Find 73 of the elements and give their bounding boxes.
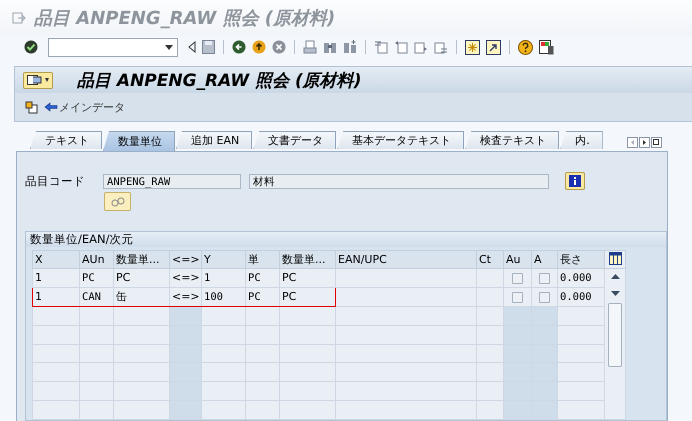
material-description-field[interactable]: 材料	[249, 174, 549, 188]
help-icon[interactable]	[518, 40, 533, 54]
screen-title: 品目 ANPENG_RAW 照会 (原材料)	[77, 70, 362, 92]
tab[interactable]: 基本データテキスト	[337, 131, 464, 149]
checkbox[interactable]	[539, 292, 550, 303]
main-data-button[interactable]: メインデータ	[44, 100, 125, 114]
previous-page-icon[interactable]	[394, 40, 408, 54]
table-cell: 100	[202, 287, 246, 306]
exit-circle-icon[interactable]	[252, 40, 266, 54]
tab[interactable]: 検査テキスト	[465, 131, 560, 149]
info-button[interactable]	[565, 172, 585, 190]
last-page-icon[interactable]	[434, 40, 448, 54]
display-button[interactable]	[104, 192, 131, 211]
info-icon	[569, 175, 581, 187]
command-field[interactable]	[48, 38, 178, 56]
scroll-thumb[interactable]	[608, 303, 622, 367]
table-cell: PC	[246, 287, 280, 306]
table-cell: <=>	[170, 268, 202, 288]
column-header[interactable]: A	[532, 250, 558, 268]
tab[interactable]: 内.	[560, 131, 603, 149]
column-header[interactable]: 長さ	[558, 250, 604, 268]
column-header[interactable]: 数量単...	[114, 250, 170, 268]
enter-icon[interactable]	[24, 40, 38, 54]
column-header[interactable]: <=>	[170, 250, 202, 268]
layout-menu-icon[interactable]	[539, 40, 554, 54]
glasses-icon	[110, 196, 124, 206]
tab[interactable]: 数量単位	[103, 131, 175, 151]
scroll-right-icon[interactable]	[639, 137, 650, 148]
menu-button[interactable]	[23, 72, 53, 88]
tab[interactable]: 文書データ	[253, 131, 336, 149]
window-title: 品目 ANPENG_RAW 照会 (原材料)	[34, 7, 336, 30]
table-cell: PC	[114, 268, 170, 288]
dropdown-caret-icon[interactable]	[165, 44, 173, 50]
table-cell: 1	[32, 268, 80, 288]
material-code-field[interactable]: ANPENG_RAW	[103, 174, 241, 188]
field-label: 品目コード	[25, 174, 86, 188]
column-header[interactable]: 数量単...	[280, 250, 336, 268]
column-header[interactable]: 単	[246, 250, 280, 268]
table-cell: 1	[202, 268, 246, 288]
print-icon[interactable]	[303, 40, 317, 54]
back-triangle-icon[interactable]	[188, 41, 196, 53]
column-header[interactable]: Au	[504, 250, 532, 268]
table-cell: <=>	[170, 287, 202, 306]
table-cell: CAN	[80, 287, 114, 306]
table-cell: 缶	[114, 287, 170, 306]
cancel-circle-icon[interactable]	[272, 40, 286, 54]
table-settings-icon[interactable]	[608, 252, 622, 264]
table-cell: 1	[32, 287, 80, 306]
column-header[interactable]: Ct	[476, 250, 504, 268]
tab[interactable]: テキスト	[30, 131, 102, 149]
left-arrow-icon	[44, 102, 58, 112]
column-header[interactable]: Y	[202, 250, 246, 268]
column-header[interactable]: X	[32, 250, 80, 268]
table-cell: PC	[246, 268, 280, 288]
shortcut-icon[interactable]	[486, 40, 501, 54]
table-cell: PC	[280, 268, 336, 288]
column-header[interactable]: AUn	[80, 250, 114, 268]
tab[interactable]: 追加 EAN	[176, 131, 252, 149]
table-cell: PC	[80, 268, 114, 288]
checkbox[interactable]	[539, 272, 550, 284]
table-cell: PC	[280, 287, 336, 306]
screen-menu-icon[interactable]	[27, 74, 42, 86]
column-header[interactable]: EAN/UPC	[336, 250, 476, 268]
new-session-icon[interactable]	[465, 40, 480, 54]
checkbox[interactable]	[512, 292, 523, 303]
group-title: 数量単位/EAN/次元	[26, 232, 666, 247]
next-page-icon[interactable]	[414, 40, 428, 54]
first-page-icon[interactable]	[374, 40, 388, 54]
tab-list-icon[interactable]	[651, 137, 662, 148]
caret-icon[interactable]	[45, 78, 49, 82]
checkbox[interactable]	[512, 272, 523, 284]
back-circle-icon[interactable]	[232, 40, 246, 54]
save-icon[interactable]	[202, 40, 215, 54]
